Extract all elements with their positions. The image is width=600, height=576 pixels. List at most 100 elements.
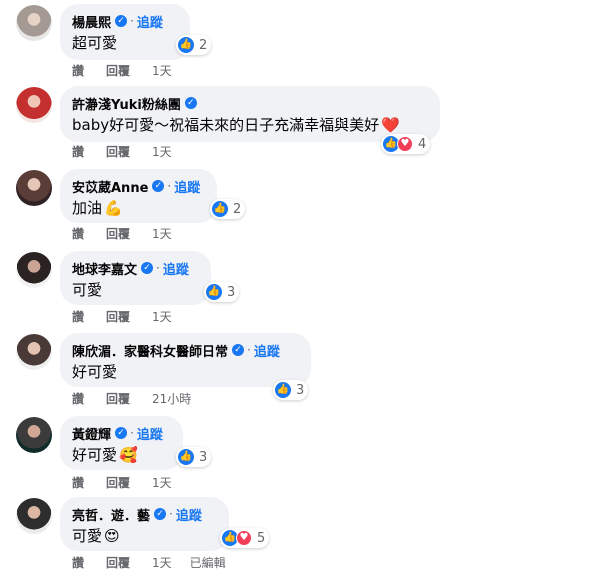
reaction-count: 3 bbox=[227, 284, 236, 300]
comment-timestamp[interactable]: 21小時 bbox=[152, 391, 191, 407]
like-reaction-icon: 👍 bbox=[206, 284, 222, 300]
reaction-summary[interactable]: 👍 2 bbox=[176, 35, 212, 55]
like-reaction-icon: 👍 bbox=[275, 382, 291, 398]
follow-button[interactable]: 追蹤 bbox=[176, 505, 202, 524]
comment-author[interactable]: 楊晨熙 bbox=[72, 12, 111, 31]
separator-dot: · bbox=[130, 426, 134, 440]
comment-author[interactable]: 黃鐙輝 bbox=[72, 424, 111, 443]
comment-author[interactable]: 陳欣湄．家醫科女醫師日常 bbox=[72, 341, 228, 360]
reply-action-button[interactable]: 回覆 bbox=[106, 63, 152, 79]
reply-action-button[interactable]: 回覆 bbox=[106, 144, 152, 160]
reply-action-button[interactable]: 回覆 bbox=[106, 555, 152, 571]
reaction-summary[interactable]: 👍 3 bbox=[176, 447, 212, 467]
comment-timestamp[interactable]: 1天 bbox=[152, 226, 172, 242]
verified-badge-icon: ✓ bbox=[141, 262, 154, 274]
like-reaction-icon: 👍 bbox=[212, 201, 228, 217]
edited-label[interactable]: 已編輯 bbox=[190, 555, 226, 571]
comment-timestamp[interactable]: 1天 bbox=[152, 63, 172, 79]
reply-action-button[interactable]: 回覆 bbox=[106, 391, 152, 407]
smiling-face-with-hearts-emoji-icon: 🥰 bbox=[119, 446, 138, 464]
comment-text: 可愛 😍 bbox=[72, 526, 217, 547]
reaction-summary[interactable]: 👍 ♥ 4 bbox=[381, 134, 431, 154]
like-action-button[interactable]: 讚 bbox=[72, 391, 106, 407]
comment-bubble: 亮哲．遊．藝 ✓ · 追蹤 可愛 😍 bbox=[60, 497, 229, 551]
reaction-summary[interactable]: 👍 3 bbox=[273, 380, 309, 400]
flexed-biceps-emoji-icon: 💪 bbox=[104, 199, 123, 217]
love-reaction-icon: ♥ bbox=[236, 530, 252, 546]
follow-button[interactable]: 追蹤 bbox=[163, 259, 189, 278]
reaction-count: 3 bbox=[296, 382, 305, 398]
comment-timestamp[interactable]: 1天 bbox=[152, 309, 172, 325]
comment-actions: 讚 回覆 1天 bbox=[72, 226, 172, 242]
reply-action-button[interactable]: 回覆 bbox=[106, 226, 152, 242]
comment-text-content: 好可愛 bbox=[72, 446, 118, 464]
verified-badge-icon: ✓ bbox=[184, 97, 197, 109]
comment-text: 好可愛 🥰 bbox=[72, 445, 171, 466]
comment-actions: 讚 回覆 1天 已編輯 bbox=[72, 555, 226, 571]
separator-dot: · bbox=[169, 507, 173, 521]
reply-action-button[interactable]: 回覆 bbox=[106, 309, 152, 325]
like-reaction-icon: 👍 bbox=[178, 37, 194, 53]
reaction-count: 5 bbox=[257, 530, 266, 546]
comment-text: 超可愛 bbox=[72, 34, 118, 52]
like-action-button[interactable]: 讚 bbox=[72, 475, 106, 491]
comment-actions: 讚 回覆 1天 bbox=[72, 144, 172, 160]
reaction-count: 3 bbox=[199, 449, 208, 465]
verified-badge-icon: ✓ bbox=[154, 508, 167, 520]
avatar[interactable] bbox=[16, 252, 52, 288]
like-action-button[interactable]: 讚 bbox=[72, 63, 106, 79]
follow-button[interactable]: 追蹤 bbox=[137, 12, 163, 31]
comment-bubble: 黃鐙輝 ✓ · 追蹤 好可愛 🥰 bbox=[60, 416, 183, 470]
comment-text: 可愛 bbox=[72, 281, 103, 299]
avatar[interactable] bbox=[16, 498, 52, 534]
follow-button[interactable]: 追蹤 bbox=[254, 341, 280, 360]
comment-text-content: 可愛 bbox=[72, 527, 103, 545]
like-action-button[interactable]: 讚 bbox=[72, 555, 106, 571]
comment-timestamp[interactable]: 1天 bbox=[152, 144, 172, 160]
avatar[interactable] bbox=[16, 87, 52, 123]
reaction-summary[interactable]: 👍 3 bbox=[204, 282, 240, 302]
comment-author[interactable]: 亮哲．遊．藝 bbox=[72, 505, 150, 524]
love-reaction-icon: ♥ bbox=[397, 136, 413, 152]
comment-text: 好可愛 bbox=[72, 363, 118, 381]
comment-actions: 讚 回覆 1天 bbox=[72, 63, 172, 79]
comment-timestamp[interactable]: 1天 bbox=[152, 555, 172, 571]
comment-timestamp[interactable]: 1天 bbox=[152, 475, 172, 491]
reaction-summary[interactable]: 👍 ♥ 5 bbox=[220, 528, 270, 548]
verified-badge-icon: ✓ bbox=[152, 180, 165, 192]
comment-bubble: 楊晨熙 ✓ · 追蹤 超可愛 bbox=[60, 4, 190, 60]
comment-actions: 讚 回覆 1天 bbox=[72, 475, 172, 491]
comment-text: 加油 💪 bbox=[72, 198, 205, 219]
comment-bubble: 地球李嘉文 ✓ · 追蹤 可愛 bbox=[60, 251, 211, 305]
follow-button[interactable]: 追蹤 bbox=[137, 424, 163, 443]
separator-dot: · bbox=[247, 343, 251, 357]
like-reaction-icon: 👍 bbox=[178, 449, 194, 465]
separator-dot: · bbox=[167, 179, 172, 193]
comment-author[interactable]: 許瀞淺Yuki粉絲團 bbox=[72, 94, 181, 113]
reaction-count: 2 bbox=[199, 37, 208, 53]
like-action-button[interactable]: 讚 bbox=[72, 144, 106, 160]
comment-text-content: 加油 bbox=[72, 199, 103, 217]
verified-badge-icon: ✓ bbox=[115, 427, 128, 439]
heart-eyes-emoji-icon: 😍 bbox=[104, 527, 120, 545]
comment-author[interactable]: 地球李嘉文 bbox=[72, 259, 137, 278]
separator-dot: · bbox=[130, 14, 134, 28]
avatar[interactable] bbox=[16, 5, 52, 41]
reaction-summary[interactable]: 👍 2 bbox=[210, 199, 246, 219]
avatar[interactable] bbox=[16, 334, 52, 370]
follow-button[interactable]: 追蹤 bbox=[174, 177, 200, 196]
comment-bubble: 陳欣湄．家醫科女醫師日常 ✓ · 追蹤 好可愛 bbox=[60, 333, 311, 387]
like-action-button[interactable]: 讚 bbox=[72, 226, 106, 242]
reply-action-button[interactable]: 回覆 bbox=[106, 475, 152, 491]
heart-emoji-icon: ❤️ bbox=[381, 116, 400, 134]
avatar[interactable] bbox=[16, 417, 52, 453]
like-action-button[interactable]: 讚 bbox=[72, 309, 106, 325]
comment-actions: 讚 回覆 1天 bbox=[72, 309, 172, 325]
comment-author[interactable]: 安苡葳Anne bbox=[72, 177, 148, 196]
comment-bubble: 安苡葳Anne ✓ · 追蹤 加油 💪 bbox=[60, 169, 217, 223]
separator-dot: · bbox=[156, 261, 160, 275]
comment-actions: 讚 回覆 21小時 bbox=[72, 391, 191, 407]
reaction-count: 2 bbox=[233, 201, 242, 217]
comment-text: baby好可愛～祝福未來的日子充滿幸福與美好 ❤️ bbox=[72, 115, 428, 136]
avatar[interactable] bbox=[16, 170, 52, 206]
